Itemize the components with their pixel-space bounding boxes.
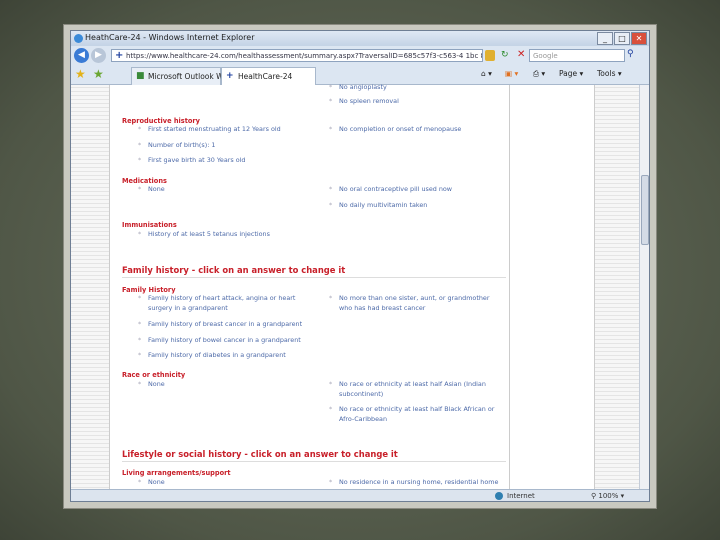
stop-icon[interactable]: ✕ [517,49,525,60]
list-item[interactable]: None [138,380,165,390]
list-item[interactable]: None [138,185,165,195]
list-item[interactable]: No daily multivitamin taken [329,201,427,211]
back-button[interactable]: ◀ [74,48,89,63]
security-zone: Internet [507,492,535,500]
subsection-title: Family History [122,286,176,294]
minimize-button[interactable]: _ [597,32,613,45]
search-icon[interactable]: ⚲ [627,49,634,59]
maximize-button[interactable]: □ [614,32,630,45]
list-item[interactable]: No more than one sister, aunt, or grandm… [329,294,490,313]
subsection-title: Reproductive history [122,117,200,125]
right-column [509,85,595,491]
list-item[interactable]: Family history of bowel cancer in a gran… [138,336,301,346]
site-icon: + [226,71,234,81]
page-menu[interactable]: Page ▾ [559,69,583,78]
page-content: No angioplasty No spleen removal Reprodu… [71,83,641,491]
tab-bar: ★ ★ ■ Microsoft Outlook We... + HealthCare… [71,65,649,85]
feeds-icon[interactable]: ▣ ▾ [505,69,518,78]
address-bar: ◀ ▶ + https://www.healthcare-24.com/healt… [71,46,649,65]
list-item[interactable]: First gave birth at 30 Years old [138,156,245,166]
title-bar: HeathCare-24 - Windows Internet Explorer… [71,31,649,46]
zoom-level[interactable]: ⚲ 100% ▾ [591,492,624,500]
search-input[interactable]: Google [529,49,625,62]
add-favorites-icon[interactable]: ★ [93,67,104,81]
zoom-value: 100% [598,492,619,500]
section-heading-family: Family history - click on an answer to c… [122,265,506,278]
list-item[interactable]: Family history of heart attack, angina o… [138,294,295,313]
tools-menu[interactable]: Tools ▾ [597,69,622,78]
summary-page: No angioplasty No spleen removal Reprodu… [109,83,509,491]
list-item[interactable]: No oral contraceptive pill used now [329,185,452,195]
list-item[interactable]: First started menstruating at 12 Years o… [138,125,281,135]
section-heading-lifestyle: Lifestyle or social history - click on a… [122,449,506,462]
list-item[interactable]: Family history of diabetes in a grandpar… [138,351,286,361]
window-title: HeathCare-24 - Windows Internet Explorer [85,33,255,42]
refresh-icon[interactable]: ↻ [501,50,509,60]
lock-icon[interactable] [485,50,495,61]
browser-window: HeathCare-24 - Windows Internet Explorer… [70,30,650,502]
outlook-icon: ■ [136,71,145,81]
list-item[interactable]: No completion or onset of menopause [329,125,461,135]
list-item[interactable]: No angioplasty [329,83,387,93]
subsection-title: Living arrangements/support [122,469,231,477]
site-icon: + [115,50,124,61]
list-item[interactable]: Number of birth(s): 1 [138,141,216,151]
subsection-title: Race or ethnicity [122,371,186,379]
forward-button[interactable]: ▶ [91,48,106,63]
print-icon[interactable]: ⎙ ▾ [533,69,545,79]
tab-outlook[interactable]: ■ Microsoft Outlook We... [131,67,235,85]
subsection-title: Medications [122,177,167,185]
list-item[interactable]: None [138,478,165,488]
list-item[interactable]: No spleen removal [329,97,399,107]
list-item[interactable]: Family history of breast cancer in a gra… [138,320,302,330]
vertical-scrollbar[interactable] [639,85,649,491]
scrollbar-thumb[interactable] [641,175,649,245]
list-item[interactable]: History of at least 5 tetanus injections [138,230,270,240]
close-button[interactable]: ✕ [631,32,647,45]
tab-healthcare[interactable]: + HealthCare-24 [221,67,316,85]
ie-icon [74,34,83,43]
globe-icon [495,492,503,500]
url-text: https://www.healthcare-24.com/healthasse… [126,52,483,60]
list-item[interactable]: No race or ethnicity at least half Black… [329,405,494,424]
subsection-title: Immunisations [122,221,177,229]
list-item[interactable]: No race or ethnicity at least half Asian… [329,380,486,399]
favorites-star-icon[interactable]: ★ [75,67,86,81]
home-icon[interactable]: ⌂ ▾ [481,69,492,78]
status-bar: Internet ⚲ 100% ▾ [71,489,649,501]
list-item[interactable]: No residence in a nursing home, resident… [329,478,498,488]
url-input[interactable]: + https://www.healthcare-24.com/healthass… [111,49,483,62]
tab-label: HealthCare-24 [238,72,293,81]
